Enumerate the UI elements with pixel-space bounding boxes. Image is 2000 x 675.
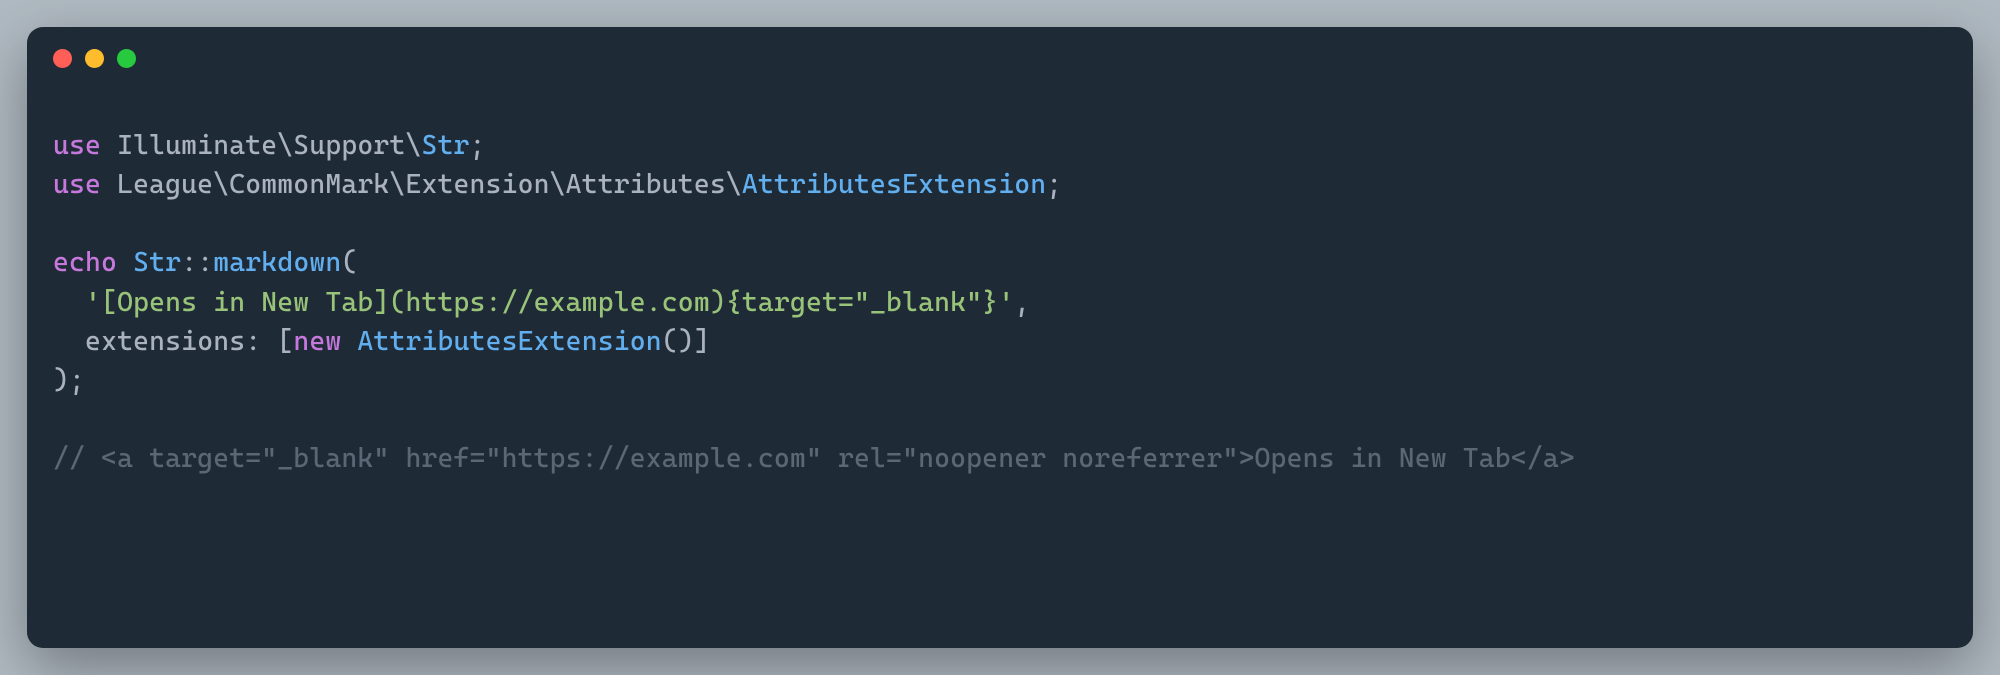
- window-titlebar: [27, 27, 1973, 68]
- class-name: AttributesExtension: [742, 169, 1046, 200]
- parens: (): [662, 326, 694, 357]
- keyword-echo: echo: [53, 247, 117, 278]
- comment-line: // <a target="_blank" href="https://exam…: [53, 443, 1575, 474]
- class-name: AttributesExtension: [357, 326, 661, 357]
- paren-open: (: [341, 247, 357, 278]
- maximize-icon[interactable]: [117, 49, 136, 68]
- paren-close: );: [53, 365, 85, 396]
- code-window: use Illuminate\Support\Str; use League\C…: [27, 27, 1973, 648]
- named-arg: extensions: [85, 326, 245, 357]
- keyword-use: use: [53, 169, 101, 200]
- scope-operator: ::: [181, 247, 213, 278]
- keyword-new: new: [293, 326, 341, 357]
- close-icon[interactable]: [53, 49, 72, 68]
- bracket-close: ]: [694, 326, 710, 357]
- function-name: markdown: [213, 247, 341, 278]
- namespace: Illuminate\Support\: [101, 130, 421, 161]
- indent: [53, 287, 85, 318]
- colon-bracket: : [: [245, 326, 293, 357]
- minimize-icon[interactable]: [85, 49, 104, 68]
- indent: [53, 326, 85, 357]
- keyword-use: use: [53, 130, 101, 161]
- space: [117, 247, 133, 278]
- comma: ,: [1014, 287, 1030, 318]
- class-name: Str: [421, 130, 469, 161]
- semicolon: ;: [470, 130, 486, 161]
- semicolon: ;: [1046, 169, 1062, 200]
- space: [341, 326, 357, 357]
- code-block: use Illuminate\Support\Str; use League\C…: [27, 68, 1973, 518]
- class-name: Str: [133, 247, 181, 278]
- string-literal: '[Opens in New Tab](https://example.com)…: [85, 287, 1014, 318]
- namespace: League\CommonMark\Extension\Attributes\: [101, 169, 742, 200]
